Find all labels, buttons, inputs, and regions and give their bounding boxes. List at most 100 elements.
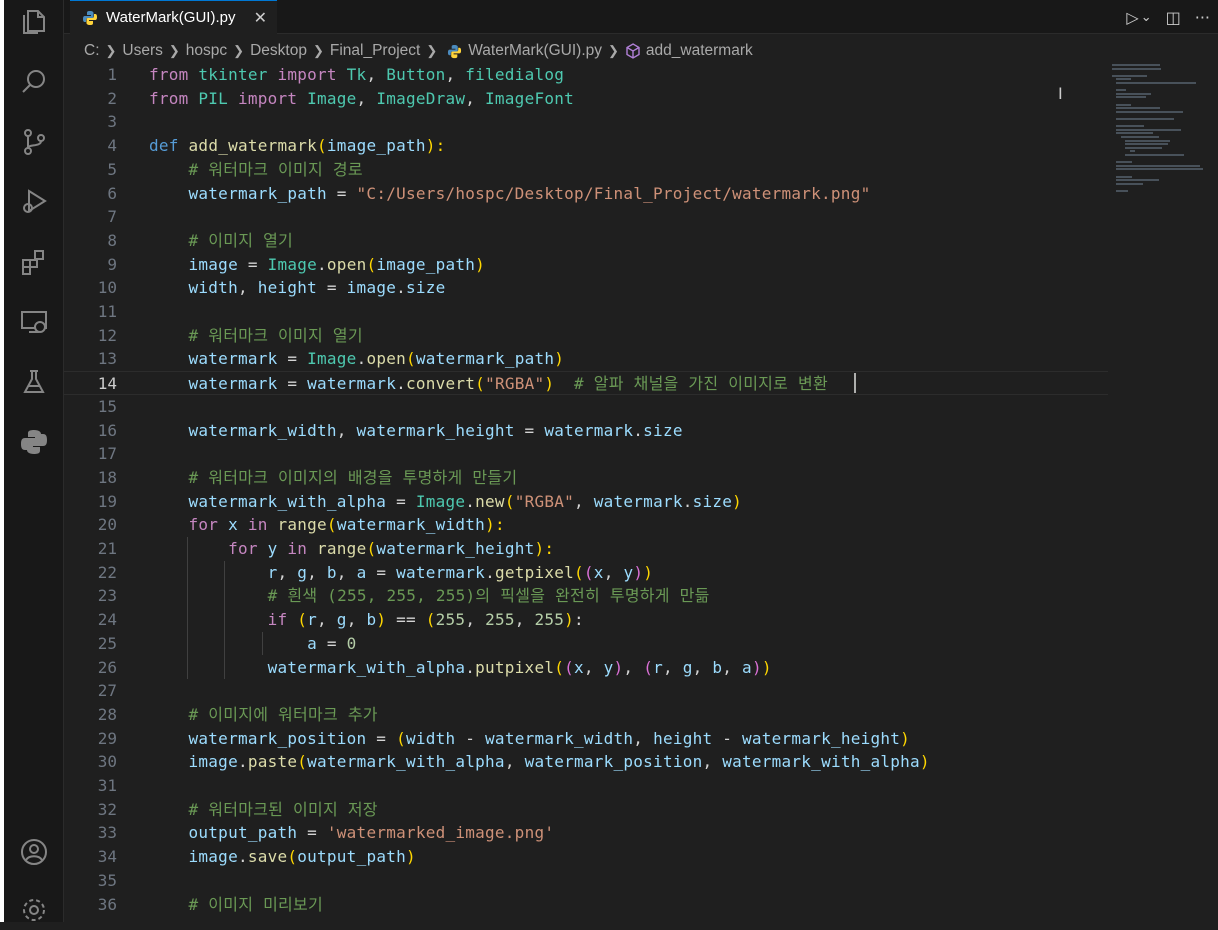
minimap[interactable] — [1112, 62, 1208, 202]
code-token: watermark_path — [188, 183, 327, 203]
code-token: = — [317, 278, 347, 298]
code-line[interactable]: 26 watermark_with_alpha.putpixel((x, y),… — [64, 656, 1104, 680]
search-icon[interactable] — [14, 62, 54, 102]
code-line[interactable]: 24 if (r, g, b) == (255, 255, 255): — [64, 608, 1104, 632]
code-token: , — [722, 657, 743, 677]
breadcrumb-desktop[interactable]: Desktop — [250, 42, 307, 60]
run-python-file-button[interactable]: ▷ — [1126, 8, 1138, 27]
code-line[interactable]: 27 — [64, 679, 1104, 703]
minimap-line — [1116, 175, 1133, 178]
code-token: size — [405, 278, 446, 298]
code-token: ( — [643, 657, 654, 677]
remote-explorer-icon[interactable] — [14, 302, 54, 342]
minimap-line — [1116, 168, 1203, 171]
code-line[interactable]: 14 watermark = watermark.convert("RGBA")… — [64, 371, 1108, 396]
run-dropdown-icon[interactable]: ⌄ — [1141, 10, 1152, 25]
code-line[interactable]: 12 # 워터마크 이미지 열기 — [64, 324, 1104, 348]
breadcrumb-final-project[interactable]: Final_Project — [330, 42, 420, 60]
code-line[interactable]: 8 # 이미지 열기 — [64, 229, 1104, 253]
code-line[interactable]: 13 watermark = Image.open(watermark_path… — [64, 347, 1104, 371]
code-token: range — [317, 539, 367, 558]
run-debug-icon[interactable] — [14, 182, 54, 222]
code-line[interactable]: 21 for y in range(watermark_height): — [64, 537, 1104, 561]
code-line[interactable]: 20 for x in range(watermark_width): — [64, 513, 1104, 537]
code-line[interactable]: 7 — [64, 205, 1104, 229]
code-line[interactable]: 33 output_path = 'watermarked_image.png' — [64, 821, 1104, 845]
line-number: 10 — [97, 278, 117, 298]
code-line[interactable]: 6 watermark_path = "C:/Users/hospc/Deskt… — [64, 182, 1104, 206]
more-actions-button[interactable]: ··· — [1195, 8, 1210, 27]
code-line[interactable]: 19 watermark_with_alpha = Image.new("RGB… — [64, 490, 1104, 514]
code-line[interactable]: 30 image.paste(watermark_with_alpha, wat… — [64, 750, 1104, 774]
code-line[interactable]: 3 — [64, 110, 1104, 134]
code-token: , — [574, 491, 594, 511]
code-token: filedialog — [465, 65, 565, 84]
code-token: image_path — [376, 254, 476, 274]
code-token: ) — [564, 610, 575, 630]
code-token: 0 — [346, 633, 357, 653]
code-token: ) — [900, 728, 911, 748]
breadcrumb-users[interactable]: Users — [122, 42, 162, 60]
code-line[interactable]: 29 watermark_position = (width - waterma… — [64, 727, 1104, 751]
code-line[interactable]: 1 from tkinter import Tk, Button, filedia… — [64, 63, 1104, 87]
editor-tab[interactable]: WaterMark(GUI).py ✕ — [70, 0, 277, 34]
code-line[interactable]: 23 # 흰색 (255, 255, 255)의 픽셀을 완전히 투명하게 만듦 — [64, 584, 1104, 608]
code-token: ( — [297, 610, 308, 630]
code-token: from — [149, 65, 189, 84]
line-number: 23 — [97, 586, 117, 606]
testing-icon[interactable] — [14, 362, 54, 402]
code-line[interactable]: 36 # 이미지 미리보기 — [64, 893, 1104, 917]
code-token: watermark_height — [376, 539, 535, 558]
settings-gear-icon[interactable] — [14, 890, 54, 930]
code-text: watermark = watermark.convert("RGBA") # … — [149, 372, 828, 396]
code-line[interactable]: 4 def add_watermark(image_path): — [64, 134, 1104, 158]
files-icon[interactable] — [14, 2, 54, 42]
breadcrumb-hospc[interactable]: hospc — [186, 42, 227, 60]
code-line[interactable]: 22 r, g, b, a = watermark.getpixel((x, y… — [64, 561, 1104, 585]
code-token: . — [465, 657, 476, 677]
code-line[interactable]: 5 # 워터마크 이미지 경로 — [64, 158, 1104, 182]
code-line[interactable]: 17 — [64, 442, 1104, 466]
code-line[interactable]: 11 — [64, 300, 1104, 324]
code-line[interactable]: 34 image.save(output_path) — [64, 845, 1104, 869]
text-caret — [854, 373, 856, 394]
source-control-icon[interactable] — [14, 122, 54, 162]
code-line[interactable]: 31 — [64, 774, 1104, 798]
breadcrumb-file[interactable]: WaterMark(GUI).py — [468, 42, 602, 60]
minimap-line — [1116, 132, 1154, 135]
code-line[interactable]: 35 — [64, 869, 1104, 893]
code-line[interactable]: 15 — [64, 395, 1104, 419]
tab-close-button[interactable]: ✕ — [254, 8, 267, 27]
code-editor[interactable]: 1 from tkinter import Tk, Button, filedia… — [64, 62, 1108, 922]
code-text: image = Image.open(image_path) — [149, 253, 485, 277]
code-token: PIL — [188, 88, 238, 108]
breadcrumb-symbol[interactable]: add_watermark — [646, 42, 753, 60]
code-line[interactable]: 25 a = 0 — [64, 632, 1104, 656]
code-line[interactable]: 18 # 워터마크 이미지의 배경을 투명하게 만들기 — [64, 466, 1104, 490]
code-line[interactable]: 16 watermark_width, watermark_height = w… — [64, 419, 1104, 443]
breadcrumb-drive[interactable]: C: — [84, 42, 100, 60]
code-token: Image — [307, 349, 357, 369]
code-line[interactable]: 32 # 워터마크된 이미지 저장 — [64, 798, 1104, 822]
code-token: . — [633, 420, 644, 440]
minimap-line — [1116, 118, 1174, 120]
code-line[interactable]: 2 from PIL import Image, ImageDraw, Image… — [64, 87, 1104, 111]
code-token: g — [297, 562, 308, 582]
account-icon[interactable] — [14, 832, 54, 872]
code-token: , — [307, 562, 327, 582]
python-icon[interactable] — [14, 422, 54, 462]
code-line[interactable]: 28 # 이미지에 워터마크 추가 — [64, 703, 1104, 727]
code-line[interactable]: 9 image = Image.open(image_path) — [64, 253, 1104, 277]
extensions-icon[interactable] — [14, 242, 54, 282]
split-editor-button[interactable]: ◫ — [1166, 8, 1181, 27]
code-text: if (r, g, b) == (255, 255, 255): — [149, 608, 584, 632]
code-token: g — [682, 657, 693, 677]
code-token: if — [267, 610, 288, 630]
code-token: putpixel — [475, 657, 555, 677]
code-line[interactable]: 10 width, height = image.size — [64, 276, 1104, 300]
